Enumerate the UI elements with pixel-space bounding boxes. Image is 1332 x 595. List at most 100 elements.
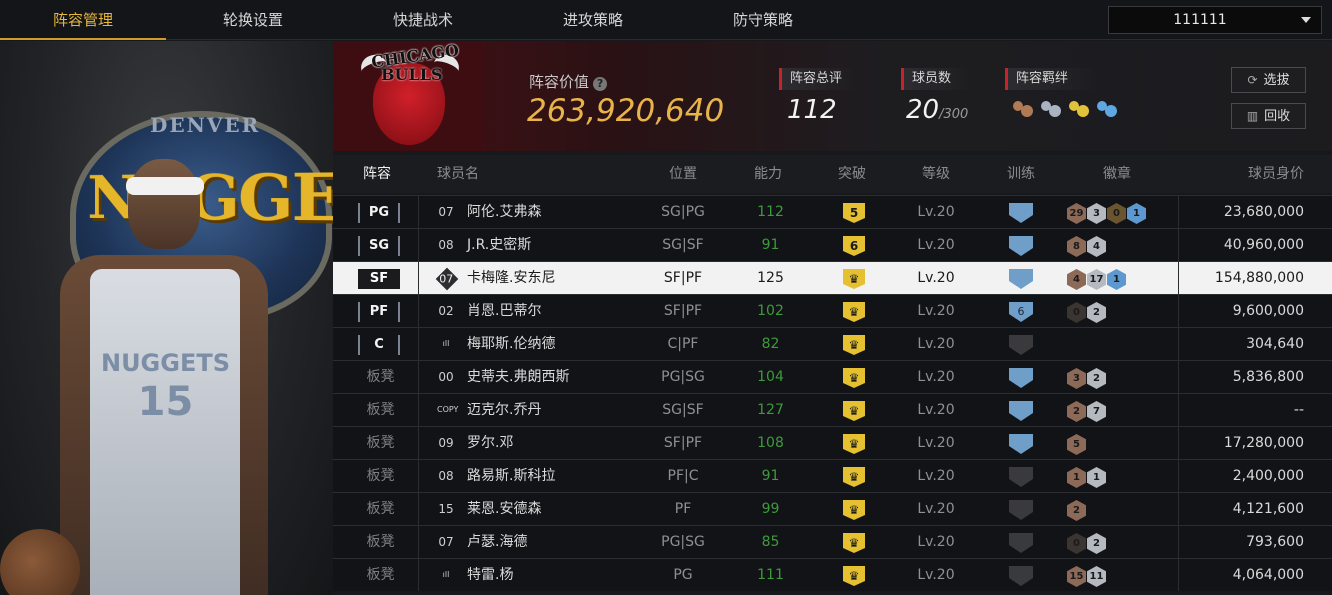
badge-icon[interactable]: 0 <box>1067 533 1086 554</box>
badge-icon[interactable]: 29 <box>1067 203 1086 224</box>
col-slot[interactable]: 阵容 <box>363 155 391 193</box>
badge-icon[interactable]: 0 <box>1067 302 1086 323</box>
player-position: C|PF <box>667 336 699 352</box>
position-slot-badge[interactable]: C <box>358 335 400 355</box>
col-training[interactable]: 训练 <box>1007 155 1035 193</box>
row-divider <box>418 196 419 228</box>
badge-icon[interactable]: 17 <box>1087 269 1106 290</box>
synergy-icons <box>1013 99 1119 119</box>
jersey-name: NUGGETS <box>100 349 231 377</box>
bronze-group-icon[interactable] <box>1013 99 1035 119</box>
table-row[interactable]: SF 07 卡梅隆.安东尼 SF|PF 125 ♛ Lv.20 4 17 1 154,880,000 <box>333 261 1332 294</box>
position-slot-badge[interactable]: SF <box>358 269 400 289</box>
position-slot-badge[interactable]: PF <box>358 302 400 322</box>
tab-defense[interactable]: 防守策略 <box>680 0 846 40</box>
player-level: Lv.20 <box>917 567 955 583</box>
training-icon[interactable] <box>1009 236 1033 256</box>
position-slot-badge[interactable]: PG <box>358 203 400 223</box>
player-count-max: /300 <box>939 107 969 122</box>
table-row[interactable]: 板凳 ıll 特雷.杨 PG 111 ♛ Lv.20 15 11 4,064,000 <box>333 558 1332 591</box>
blue-group-icon[interactable] <box>1097 99 1119 119</box>
badge-icon[interactable]: 1 <box>1107 269 1126 290</box>
training-icon[interactable] <box>1009 368 1033 388</box>
col-name[interactable]: 球员名 <box>437 155 479 193</box>
badge-icon[interactable]: 2 <box>1067 500 1086 521</box>
col-position[interactable]: 位置 <box>669 155 697 193</box>
player-name[interactable]: 梅耶斯.伦纳德 <box>467 328 555 361</box>
player-name[interactable]: 罗尔.邓 <box>467 427 513 460</box>
badge-icon[interactable]: 2 <box>1087 533 1106 554</box>
player-position: PG <box>673 567 693 583</box>
table-row[interactable]: 板凳 15 莱恩.安德森 PF 99 ♛ Lv.20 2 4,121,600 <box>333 492 1332 525</box>
player-name[interactable]: 路易斯.斯科拉 <box>467 460 555 493</box>
table-row[interactable]: PF 02 肖恩.巴蒂尔 SF|PF 102 ♛ Lv.20 6 0 2 9,600,000 <box>333 294 1332 327</box>
player-name[interactable]: 特雷.杨 <box>467 559 513 592</box>
player-name[interactable]: 卢瑟.海德 <box>467 526 527 559</box>
badge-list: 84 <box>1067 236 1106 257</box>
badge-icon[interactable]: 2 <box>1067 401 1086 422</box>
training-icon[interactable] <box>1009 335 1033 355</box>
player-name[interactable]: 迈克尔.乔丹 <box>467 394 541 427</box>
badge-icon[interactable]: 3 <box>1067 368 1086 389</box>
badge-icon[interactable]: 0 <box>1107 203 1126 224</box>
tab-quick-tactics[interactable]: 快捷战术 <box>340 0 506 40</box>
break-badge-icon: 5 <box>843 203 865 223</box>
position-slot-badge[interactable]: SG <box>358 236 400 256</box>
table-row[interactable]: 板凳 09 罗尔.邓 SF|PF 108 ♛ Lv.20 5 17,280,000 <box>333 426 1332 459</box>
table-row[interactable]: 板凳 08 路易斯.斯科拉 PF|C 91 ♛ Lv.20 1 1 2,400,000 <box>333 459 1332 492</box>
badge-icon[interactable]: 1 <box>1067 467 1086 488</box>
badge-icon[interactable]: 4 <box>1067 269 1086 290</box>
player-name[interactable]: 莱恩.安德森 <box>467 493 541 526</box>
badge-icon[interactable]: 2 <box>1087 368 1106 389</box>
badge-icon[interactable]: 1 <box>1087 467 1106 488</box>
badge-icon[interactable]: 8 <box>1067 236 1086 257</box>
row-divider <box>1178 196 1179 228</box>
player-level: Lv.20 <box>917 369 955 385</box>
player-name[interactable]: J.R.史密斯 <box>467 229 531 262</box>
table-row[interactable]: 板凳 00 史蒂夫.弗朗西斯 PG|SG 104 ♛ Lv.20 3 2 5,836,800 <box>333 360 1332 393</box>
badge-icon[interactable]: 15 <box>1067 566 1086 587</box>
col-value[interactable]: 球员身价 <box>1248 155 1304 193</box>
select-button[interactable]: ⟳ 选拔 <box>1231 67 1306 93</box>
col-level[interactable]: 等级 <box>922 155 950 193</box>
player-name[interactable]: 肖恩.巴蒂尔 <box>467 295 541 328</box>
badge-icon[interactable]: 11 <box>1087 566 1106 587</box>
break-badge-icon: ♛ <box>843 500 865 520</box>
badge-icon[interactable]: 3 <box>1087 203 1106 224</box>
tab-rotation[interactable]: 轮换设置 <box>170 0 336 40</box>
training-icon[interactable] <box>1009 500 1033 520</box>
silver-group-icon[interactable] <box>1041 99 1063 119</box>
player-ability: 112 <box>757 204 784 220</box>
training-icon[interactable] <box>1009 401 1033 421</box>
badge-list: 2 <box>1067 500 1086 521</box>
table-row[interactable]: 板凳 COPY 迈克尔.乔丹 SG|SF 127 ♛ Lv.20 2 7 -- <box>333 393 1332 426</box>
badge-icon[interactable]: 1 <box>1127 203 1146 224</box>
gold-group-icon[interactable] <box>1069 99 1091 119</box>
table-row[interactable]: SG 08 J.R.史密斯 SG|SF 91 6 Lv.20 8 4 40,960,000 <box>333 228 1332 261</box>
player-name[interactable]: 阿伦.艾弗森 <box>467 196 541 229</box>
tab-offense[interactable]: 进攻策略 <box>510 0 676 40</box>
tab-lineup[interactable]: 阵容管理 <box>0 0 166 40</box>
table-row[interactable]: 板凳 07 卢瑟.海德 PG|SG 85 ♛ Lv.20 0 2 793,600 <box>333 525 1332 558</box>
recycle-button[interactable]: ▥ 回收 <box>1231 103 1306 129</box>
player-name[interactable]: 史蒂夫.弗朗西斯 <box>467 361 569 394</box>
badge-icon[interactable]: 5 <box>1067 434 1086 455</box>
table-row[interactable]: Cıll 梅耶斯.伦纳德 C|PF 82 ♛ Lv.20 304,640 <box>333 327 1332 360</box>
training-icon[interactable] <box>1009 566 1033 586</box>
lineup-select[interactable]: 111111 <box>1108 6 1322 34</box>
badge-icon[interactable]: 7 <box>1087 401 1106 422</box>
help-icon[interactable]: ? <box>593 77 608 91</box>
training-icon[interactable] <box>1009 269 1033 289</box>
col-badges[interactable]: 徽章 <box>1103 155 1131 193</box>
table-row[interactable]: PG 07 阿伦.艾弗森 SG|PG 112 5 Lv.20 29 3 0 1 23,680,000 <box>333 195 1332 228</box>
badge-icon[interactable]: 2 <box>1087 302 1106 323</box>
col-ability[interactable]: 能力 <box>754 155 782 193</box>
training-icon[interactable] <box>1009 434 1033 454</box>
player-name[interactable]: 卡梅隆.安东尼 <box>467 262 555 295</box>
training-icon[interactable] <box>1009 533 1033 553</box>
training-icon[interactable]: 6 <box>1009 302 1033 322</box>
training-icon[interactable] <box>1009 203 1033 223</box>
badge-icon[interactable]: 4 <box>1087 236 1106 257</box>
col-break[interactable]: 突破 <box>838 155 866 193</box>
training-icon[interactable] <box>1009 467 1033 487</box>
